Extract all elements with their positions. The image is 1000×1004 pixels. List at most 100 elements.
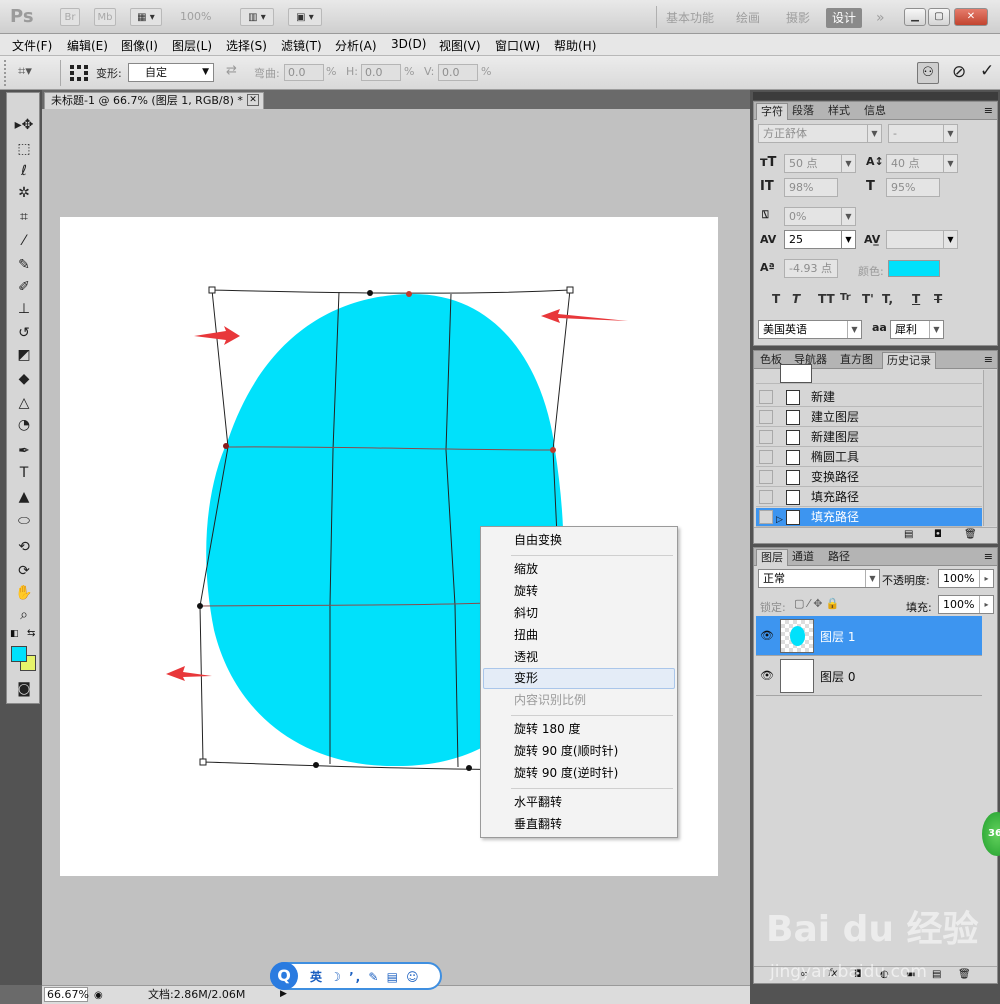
font-family-select[interactable]: 方正舒体 ▼: [758, 124, 882, 143]
strikethrough-button[interactable]: T: [934, 292, 942, 306]
layer-row-layer0[interactable]: 👁 图层 0: [756, 656, 982, 696]
tsume-field[interactable]: 0% ▼: [784, 207, 856, 226]
history-item[interactable]: 变换路径: [756, 468, 982, 487]
workspace-more-button[interactable]: »: [870, 8, 891, 28]
fill-field[interactable]: 100% ▸: [938, 595, 994, 614]
history-item-active[interactable]: ▷ 填充路径: [756, 508, 982, 527]
tab-character[interactable]: 字符: [756, 103, 788, 120]
ctx-rotate[interactable]: 旋转: [483, 581, 675, 602]
faux-italic-button[interactable]: T: [792, 292, 800, 306]
commit-transform-icon[interactable]: ✓: [980, 61, 994, 81]
history-item[interactable]: 填充路径: [756, 488, 982, 507]
transform-context-menu: 自由变换 缩放 旋转 斜切 扭曲 透视 变形 内容识别比例 旋转 180 度 旋…: [480, 526, 678, 838]
tab-history[interactable]: 历史记录: [882, 352, 936, 369]
history-step-icon: [786, 510, 800, 525]
ctx-scale[interactable]: 缩放: [483, 559, 675, 580]
eye-icon[interactable]: 👁: [760, 629, 776, 642]
history-checkbox[interactable]: [759, 470, 773, 484]
faux-bold-button[interactable]: T: [772, 292, 780, 306]
ctx-perspective[interactable]: 透视: [483, 647, 675, 668]
ctx-warp[interactable]: 变形: [483, 668, 675, 689]
history-item[interactable]: 椭圆工具: [756, 448, 982, 467]
new-layer-icon[interactable]: ▤: [932, 969, 941, 980]
kerning-value: 25: [789, 233, 803, 246]
underline-button[interactable]: T: [912, 292, 920, 306]
maximize-icon[interactable]: ▢: [928, 8, 950, 26]
ctx-distort[interactable]: 扭曲: [483, 625, 675, 646]
tab-paragraph[interactable]: 段落: [788, 103, 818, 120]
tab-info[interactable]: 信息: [860, 103, 890, 120]
history-snapshot[interactable]: [756, 364, 982, 384]
subscript-button[interactable]: T,: [882, 292, 893, 306]
cancel-transform-icon[interactable]: ⊘: [952, 62, 966, 82]
history-checkbox[interactable]: [759, 410, 773, 424]
horizontal-scale-field[interactable]: 95%: [886, 178, 940, 197]
anti-alias-select[interactable]: 犀利 ▼: [890, 320, 944, 339]
panel-menu-icon[interactable]: ≡: [984, 550, 993, 563]
workspace-design[interactable]: 设计: [826, 8, 863, 28]
leading-field[interactable]: 40 点 ▼: [886, 154, 958, 173]
eye-icon[interactable]: 👁: [760, 669, 776, 682]
kerning-field[interactable]: 25 ▼: [784, 230, 856, 249]
chevron-down-icon: ▼: [841, 231, 855, 248]
history-item[interactable]: 新建: [756, 388, 982, 407]
font-size-field[interactable]: 50 点 ▼: [784, 154, 856, 173]
tsume-value: 0%: [789, 210, 807, 223]
font-style-select[interactable]: - ▼: [888, 124, 958, 143]
ctx-flip-horizontal[interactable]: 水平翻转: [483, 792, 675, 813]
minimize-icon[interactable]: ▁: [904, 8, 926, 26]
history-scrollbar[interactable]: [983, 370, 996, 526]
history-checkbox[interactable]: [759, 390, 773, 404]
toggle-transform-mode-icon[interactable]: ⚇: [917, 62, 939, 84]
kerning-icon: AV: [760, 233, 777, 246]
history-checkbox[interactable]: [759, 430, 773, 444]
history-checkbox[interactable]: [759, 490, 773, 504]
language-select[interactable]: 美国英语 ▼: [758, 320, 862, 339]
new-document-from-state-icon[interactable]: ▤: [904, 529, 913, 540]
qq-input-logo[interactable]: Q: [270, 962, 298, 990]
history-checkbox[interactable]: [759, 510, 773, 524]
ctx-free-transform[interactable]: 自由变换: [483, 530, 675, 551]
delete-state-icon[interactable]: 🗑: [964, 529, 977, 540]
ctx-rotate-90-ccw[interactable]: 旋转 90 度(逆时针): [483, 763, 675, 784]
opacity-field[interactable]: 100% ▸: [938, 569, 994, 588]
ime-status-icons[interactable]: 英 ☽ ’, ✎ ▤ ☺: [310, 968, 421, 985]
tab-layers[interactable]: 图层: [756, 549, 788, 566]
delete-layer-icon[interactable]: 🗑: [958, 969, 971, 980]
tab-styles[interactable]: 样式: [824, 103, 854, 120]
ctx-rotate-180[interactable]: 旋转 180 度: [483, 719, 675, 740]
panel-menu-icon[interactable]: ≡: [984, 353, 993, 366]
layer-row-layer1[interactable]: 👁 图层 1: [756, 616, 982, 656]
ctx-flip-vertical[interactable]: 垂直翻转: [483, 814, 675, 835]
tab-paths[interactable]: 路径: [824, 549, 854, 566]
history-checkbox[interactable]: [759, 450, 773, 464]
foreground-color-swatch[interactable]: [11, 646, 27, 662]
new-snapshot-icon[interactable]: ◘: [934, 529, 942, 540]
history-item[interactable]: 建立图层: [756, 408, 982, 427]
superscript-button[interactable]: T': [862, 292, 874, 306]
tab-histogram[interactable]: 直方图: [836, 352, 877, 369]
text-color-swatch[interactable]: [888, 260, 940, 277]
baseline-shift-field[interactable]: -4.93 点: [784, 259, 838, 278]
lock-icons[interactable]: ▢ ⁄ ✥ 🔒: [794, 597, 840, 610]
blend-mode-select[interactable]: 正常 ▼: [758, 569, 880, 588]
zoom-field[interactable]: 66.67%: [44, 987, 89, 1002]
tab-channels[interactable]: 通道: [788, 549, 818, 566]
status-info-icon[interactable]: ◉: [94, 987, 103, 1004]
history-item[interactable]: 新建图层: [756, 428, 982, 447]
layer-name[interactable]: 图层 0: [820, 668, 855, 685]
tracking-field[interactable]: ▼: [886, 230, 958, 249]
vertical-scale-field[interactable]: 98%: [784, 178, 838, 197]
ctx-skew[interactable]: 斜切: [483, 603, 675, 624]
chevron-right-icon: ▸: [979, 596, 993, 613]
ctx-rotate-90-cw[interactable]: 旋转 90 度(顺时针): [483, 741, 675, 762]
ctx-content-aware-scale: 内容识别比例: [514, 693, 587, 707]
all-caps-button[interactable]: TT: [818, 292, 835, 306]
layer-name[interactable]: 图层 1: [820, 628, 855, 645]
workspace-photography[interactable]: 摄影: [780, 8, 816, 28]
baseline-shift-icon: Aª: [760, 261, 775, 274]
close-icon[interactable]: ✕: [954, 8, 988, 26]
small-caps-button[interactable]: Tr: [840, 292, 851, 303]
panel-menu-icon[interactable]: ≡: [984, 104, 993, 117]
ime-toolbar[interactable]: Q 英 ☽ ’, ✎ ▤ ☺: [270, 962, 442, 990]
